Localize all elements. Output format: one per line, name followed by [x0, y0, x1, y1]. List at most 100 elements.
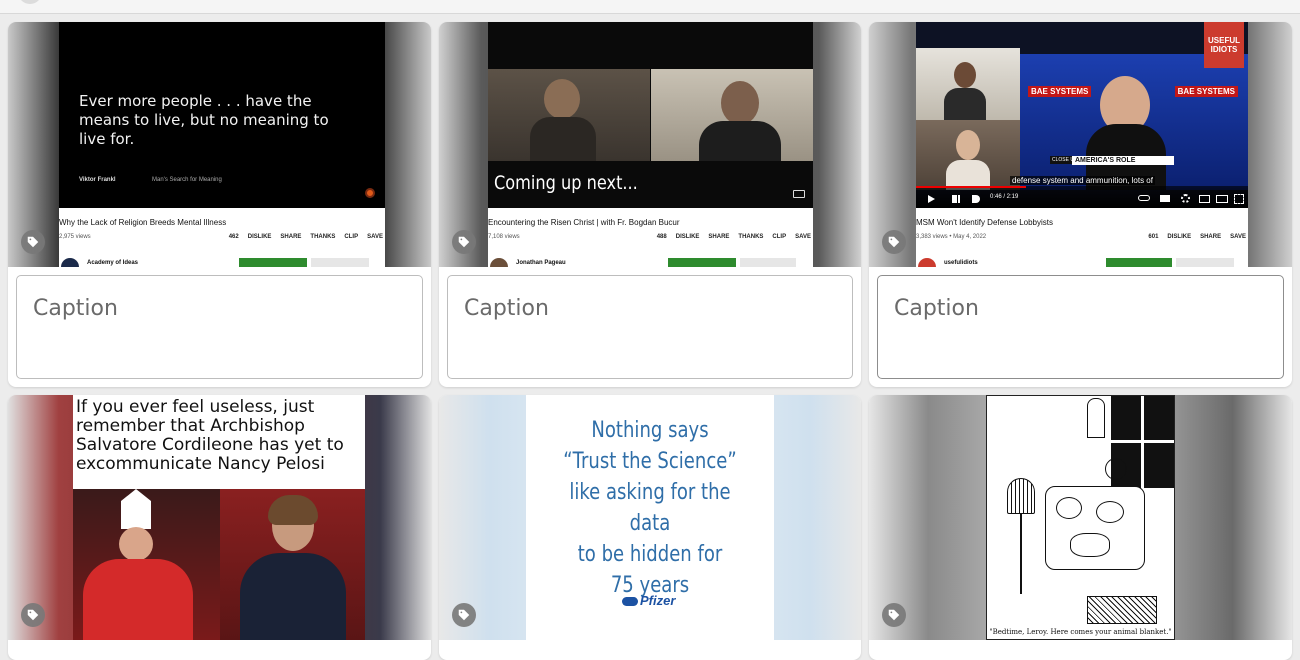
top-bar [0, 0, 1300, 14]
tag-icon [27, 609, 39, 621]
view-count: 2,975 views [59, 234, 91, 240]
caption-input[interactable]: Caption [447, 275, 853, 379]
play-icon[interactable] [928, 195, 935, 203]
caption-input[interactable]: Caption [16, 275, 423, 379]
action-dislike: DISLIKE [247, 234, 272, 240]
video-meta: 7,108 views 488 DISLIKE SHARE THANKS CLI… [488, 234, 813, 244]
pfizer-line-3: like asking for the data [569, 480, 731, 536]
avatar [918, 258, 936, 267]
media-card[interactable]: BAE SYSTEMS BAE SYSTEMS CLOSE UP AMERICA… [869, 22, 1292, 387]
pfizer-logo-text: Pfizer [640, 593, 676, 608]
video-frame-guest-2 [916, 120, 1020, 190]
join-bar [668, 258, 736, 267]
meme-text: If you ever feel useless, just remember … [76, 397, 344, 474]
theater-icon[interactable] [1216, 195, 1228, 203]
view-count: 7,108 views [488, 234, 520, 240]
miniplayer-icon[interactable] [1199, 195, 1210, 203]
channel-badge: USEFUL IDIOTS [1204, 22, 1244, 68]
media-card[interactable]: "Bedtime, Leroy. Here comes your animal … [869, 395, 1292, 660]
video-actions: 488 DISLIKE SHARE THANKS CLIP SAVE [657, 234, 811, 240]
bed [1087, 596, 1157, 624]
progress-bar[interactable] [916, 186, 1026, 188]
tag-button[interactable] [452, 603, 476, 627]
join-bar [239, 258, 307, 267]
cartoon-caption: "Bedtime, Leroy. Here comes your animal … [989, 628, 1172, 636]
pfizer-logo: Pfizer [622, 593, 675, 608]
video-frame-guest-1 [916, 48, 1020, 120]
settings-icon[interactable] [1181, 194, 1190, 203]
video-frame-left [488, 69, 650, 161]
player-controls: 0:46 / 2:19 [916, 186, 1248, 208]
avatar [490, 258, 508, 267]
tag-button[interactable] [21, 230, 45, 254]
action-save: SAVE [795, 234, 811, 240]
video-title: Encountering the Risen Christ | with Fr.… [488, 218, 680, 227]
media-card[interactable]: If you ever feel useless, just remember … [8, 395, 431, 660]
subtitle: defense system and ammunition, lots of [1010, 176, 1155, 185]
tag-button[interactable] [882, 603, 906, 627]
video-screenshot: BAE SYSTEMS BAE SYSTEMS CLOSE UP AMERICA… [916, 22, 1248, 267]
media-card[interactable]: Nothing says “Trust the Science” like as… [439, 395, 861, 660]
like-count: 462 [228, 234, 239, 240]
like-count: 488 [656, 234, 667, 240]
photo-archbishop [73, 489, 220, 640]
pfizer-line-2: “Trust the Science” [563, 449, 737, 474]
pfizer-line-4: to be hidden for [577, 542, 723, 567]
video-title: Why the Lack of Religion Breeds Mental I… [59, 218, 227, 227]
media-thumbnail[interactable]: Nothing says “Trust the Science” like as… [439, 395, 861, 640]
tag-button[interactable] [452, 230, 476, 254]
channel-logo-icon [365, 188, 375, 198]
cartoon-image: "Bedtime, Leroy. Here comes your animal … [986, 395, 1175, 640]
media-card[interactable]: Ever more people . . . have the means to… [8, 22, 431, 387]
tag-button[interactable] [21, 603, 45, 627]
action-dislike: DISLIKE [675, 234, 700, 240]
media-thumbnail[interactable]: BAE SYSTEMS BAE SYSTEMS CLOSE UP AMERICA… [869, 22, 1292, 267]
video-player: Ever more people . . . have the means to… [59, 22, 385, 208]
photo-pelosi [220, 489, 365, 640]
action-share: SHARE [1200, 234, 1222, 240]
video-title: MSM Won't Identify Defense Lobbyists [916, 218, 1053, 227]
fullscreen-icon[interactable] [1234, 194, 1244, 204]
quote-text: Ever more people . . . have the means to… [79, 92, 329, 148]
tag-button[interactable] [882, 230, 906, 254]
channel-name: usefulidiots [944, 260, 978, 266]
action-share: SHARE [708, 234, 730, 240]
media-thumbnail[interactable]: "Bedtime, Leroy. Here comes your animal … [869, 395, 1292, 640]
animal-blanket [1045, 486, 1145, 570]
cage-stand [1020, 514, 1022, 594]
action-clip: CLIP [344, 234, 359, 240]
volume-icon[interactable] [972, 195, 980, 203]
next-icon[interactable] [952, 195, 960, 203]
join-bar [1106, 258, 1172, 267]
tag-icon [27, 236, 39, 248]
action-thanks: THANKS [310, 234, 336, 240]
meme-image: If you ever feel useless, just remember … [73, 395, 365, 640]
like-count: 601 [1148, 234, 1159, 240]
video-player: Coming up next... [488, 22, 813, 208]
action-thanks: THANKS [738, 234, 764, 240]
cc-icon[interactable] [1160, 195, 1170, 202]
media-card[interactable]: Coming up next... Encountering the Risen… [439, 22, 861, 387]
media-thumbnail[interactable]: Coming up next... Encountering the Risen… [439, 22, 861, 267]
autoplay-toggle[interactable] [1138, 195, 1150, 201]
view-count: 3,383 views • May 4, 2022 [916, 234, 987, 240]
tag-icon [458, 236, 470, 248]
pfizer-text: Nothing says “Trust the Science” like as… [548, 415, 751, 601]
channel-name: Jonathan Pageau [516, 260, 566, 266]
tag-icon [888, 236, 900, 248]
caption-input[interactable]: Caption [877, 275, 1284, 379]
channel-row: usefulidiots [916, 258, 1248, 267]
subscribe-bar [740, 258, 796, 267]
video-player: BAE SYSTEMS BAE SYSTEMS CLOSE UP AMERICA… [916, 22, 1248, 208]
video-screenshot: Ever more people . . . have the means to… [59, 22, 385, 267]
media-thumbnail[interactable]: Ever more people . . . have the means to… [8, 22, 431, 267]
captions-icon [793, 190, 805, 198]
birdcage [1007, 478, 1035, 514]
coming-up-overlay: Coming up next... [494, 172, 638, 194]
action-clip: CLIP [772, 234, 787, 240]
pfizer-line-1: Nothing says [591, 418, 709, 443]
tag-icon [458, 609, 470, 621]
avatar [61, 258, 79, 267]
media-thumbnail[interactable]: If you ever feel useless, just remember … [8, 395, 431, 640]
channel-row: Academy of Ideas [59, 258, 385, 267]
